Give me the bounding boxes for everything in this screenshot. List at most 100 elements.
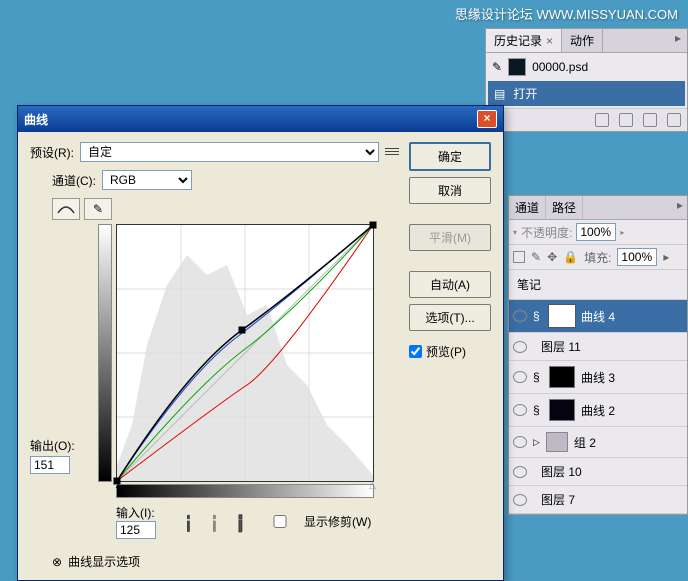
layer-row[interactable]: ▷ 组 2 bbox=[509, 427, 687, 458]
layer-row[interactable]: § 曲线 3 bbox=[509, 361, 687, 394]
preset-label: 预设(R): bbox=[30, 144, 74, 161]
eye-icon[interactable] bbox=[513, 371, 527, 383]
lock-trans-icon[interactable] bbox=[513, 251, 525, 263]
output-label: 输出(O): bbox=[30, 437, 94, 454]
layers-tabs: 通道 路径 ▸ bbox=[509, 196, 687, 220]
layer-name: 曲线 3 bbox=[581, 369, 615, 386]
preset-row: 预设(R): 自定 bbox=[30, 142, 399, 162]
tab-history-label: 历史记录 bbox=[494, 34, 542, 48]
fill-input[interactable] bbox=[617, 248, 657, 266]
eye-icon[interactable] bbox=[513, 341, 527, 353]
layer-row[interactable]: 图层 11 bbox=[509, 333, 687, 361]
layer-name: 曲线 2 bbox=[581, 402, 615, 419]
curve-display-options[interactable]: ⊗ 曲线显示选项 bbox=[52, 553, 399, 570]
biji-row[interactable]: 笔记 bbox=[509, 270, 687, 300]
curve-pencil-tool[interactable]: ✎ bbox=[84, 198, 112, 220]
tab-history[interactable]: 历史记录 × bbox=[486, 29, 562, 52]
lock-row: ✎ ✥ 🔒 填充: ▸ bbox=[509, 245, 687, 270]
layer-row[interactable]: § 曲线 4 bbox=[509, 300, 687, 333]
file-thumb bbox=[508, 58, 526, 76]
tab-paths[interactable]: 路径 bbox=[546, 196, 583, 219]
close-button[interactable]: × bbox=[477, 110, 497, 128]
opacity-flyout[interactable]: ▸ bbox=[620, 228, 624, 237]
link-icon[interactable]: § bbox=[533, 403, 543, 417]
brush-icon: ✎ bbox=[492, 60, 502, 74]
cancel-button[interactable]: 取消 bbox=[409, 177, 491, 204]
smooth-button: 平滑(M) bbox=[409, 224, 491, 251]
trash-icon[interactable] bbox=[667, 113, 681, 127]
black-slider-icon[interactable]: ▲ bbox=[114, 480, 123, 490]
layer-thumb bbox=[549, 305, 575, 327]
ok-button[interactable]: 确定 bbox=[409, 142, 491, 171]
show-clipping-checkbox[interactable]: 显示修剪(W) bbox=[260, 513, 371, 530]
layer-name: 曲线 4 bbox=[581, 308, 615, 325]
new-snapshot-icon[interactable] bbox=[595, 113, 609, 127]
open-label: 打开 bbox=[513, 85, 537, 102]
tab-actions[interactable]: 动作 bbox=[562, 29, 603, 52]
chevron-down-icon: ⊗ bbox=[52, 555, 62, 569]
eye-icon[interactable] bbox=[513, 436, 527, 448]
options-button[interactable]: 选项(T)... bbox=[409, 304, 491, 331]
lock-move-icon[interactable]: ✥ bbox=[547, 250, 557, 264]
history-body: ✎ 00000.psd ▤ 打开 bbox=[486, 53, 687, 108]
opacity-input[interactable] bbox=[576, 223, 616, 241]
history-step-open[interactable]: ▤ 打开 bbox=[488, 81, 685, 106]
curve-point-selected[interactable] bbox=[239, 326, 246, 333]
tab-channels[interactable]: 通道 bbox=[509, 196, 546, 219]
history-footer bbox=[486, 108, 687, 131]
layer-row[interactable]: 图层 7 bbox=[509, 486, 687, 514]
layer-name: 图层 11 bbox=[541, 338, 581, 355]
white-eyedropper-icon[interactable] bbox=[226, 509, 251, 534]
channel-select[interactable]: RGB bbox=[102, 170, 192, 190]
white-slider-icon[interactable]: △ bbox=[369, 480, 376, 491]
panel-menu-icon[interactable]: ▸ bbox=[669, 29, 687, 52]
channel-label: 通道(C): bbox=[52, 172, 96, 189]
link-icon[interactable]: § bbox=[533, 370, 543, 384]
history-panel: 历史记录 × 动作 ▸ ✎ 00000.psd ▤ 打开 bbox=[485, 28, 688, 132]
lock-brush-icon[interactable]: ✎ bbox=[531, 250, 541, 264]
watermark-text: 思缘设计论坛 WWW.MISSYUAN.COM bbox=[455, 4, 678, 23]
eye-icon[interactable] bbox=[513, 310, 527, 322]
fill-flyout[interactable]: ▸ bbox=[663, 250, 669, 264]
channel-row: 通道(C): RGB bbox=[52, 170, 399, 190]
preview-input[interactable] bbox=[409, 345, 422, 358]
eye-icon[interactable] bbox=[513, 494, 527, 506]
preview-checkbox[interactable]: 预览(P) bbox=[409, 343, 491, 360]
close-icon[interactable]: × bbox=[546, 34, 553, 48]
history-filename: 00000.psd bbox=[532, 60, 588, 74]
blend-dropdown[interactable]: ▾ bbox=[513, 228, 517, 237]
output-input[interactable] bbox=[30, 456, 70, 474]
preset-select[interactable]: 自定 bbox=[80, 142, 379, 162]
camera-icon[interactable] bbox=[619, 113, 633, 127]
folder-toggle-icon[interactable]: ▷ bbox=[533, 437, 540, 448]
layer-thumb bbox=[549, 399, 575, 421]
eye-icon[interactable] bbox=[513, 466, 527, 478]
folder-icon bbox=[546, 432, 568, 452]
input-input[interactable] bbox=[116, 521, 156, 539]
auto-button[interactable]: 自动(A) bbox=[409, 271, 491, 298]
history-file-row[interactable]: ✎ 00000.psd bbox=[488, 55, 685, 79]
layer-name: 组 2 bbox=[574, 434, 596, 451]
gray-eyedropper-icon[interactable] bbox=[200, 509, 225, 534]
layer-row[interactable]: 图层 10 bbox=[509, 458, 687, 486]
curve-options-label: 曲线显示选项 bbox=[68, 553, 140, 570]
link-icon[interactable]: § bbox=[533, 309, 543, 323]
preview-label: 预览(P) bbox=[426, 343, 466, 360]
show-clipping-label: 显示修剪(W) bbox=[304, 513, 371, 530]
curve-graph[interactable] bbox=[116, 224, 374, 482]
curve-point-tool[interactable] bbox=[52, 198, 80, 220]
panel-menu-icon[interactable]: ▸ bbox=[673, 196, 687, 219]
layer-thumb bbox=[549, 366, 575, 388]
dialog-title: 曲线 bbox=[24, 111, 475, 128]
lock-all-icon[interactable]: 🔒 bbox=[563, 250, 578, 264]
layers-panel: 通道 路径 ▸ ▾ 不透明度: ▸ ✎ ✥ 🔒 填充: ▸ 笔记 § 曲线 4 … bbox=[508, 195, 688, 515]
dialog-titlebar[interactable]: 曲线 × bbox=[18, 106, 503, 132]
show-clipping-input[interactable] bbox=[260, 515, 300, 528]
curve-point[interactable] bbox=[370, 222, 377, 229]
eye-icon[interactable] bbox=[513, 404, 527, 416]
layer-row[interactable]: § 曲线 2 bbox=[509, 394, 687, 427]
new-doc-icon[interactable] bbox=[643, 113, 657, 127]
preset-menu-icon[interactable] bbox=[385, 146, 399, 158]
black-eyedropper-icon[interactable] bbox=[174, 509, 199, 534]
opacity-label: 不透明度: bbox=[521, 224, 572, 241]
